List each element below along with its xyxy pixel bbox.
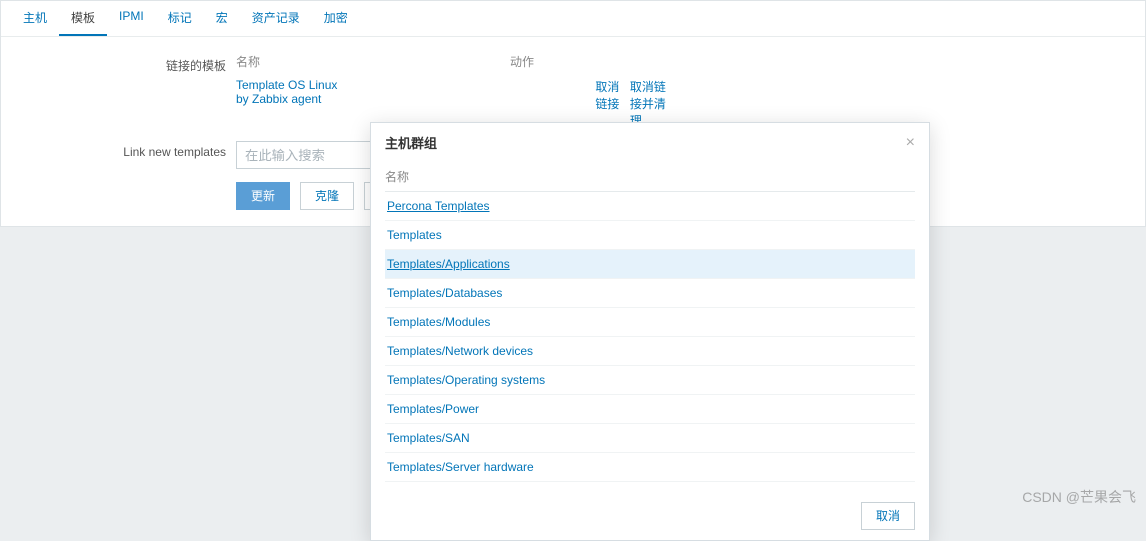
group-item[interactable]: Templates/Power [385, 395, 915, 424]
close-icon[interactable]: × [906, 134, 915, 152]
modal-column-name: 名称 [385, 162, 915, 192]
modal-title: 主机群组 [385, 133, 437, 152]
update-button[interactable]: 更新 [236, 182, 290, 210]
host-group-modal: 主机群组 × 名称 Percona Templates Templates Temp… [370, 122, 930, 541]
group-link[interactable]: Templates/Databases [387, 286, 502, 300]
cancel-button[interactable]: 取消 [861, 502, 915, 530]
group-link[interactable]: Templates [387, 228, 442, 242]
tab-3[interactable]: 标记 [156, 1, 204, 36]
watermark: CSDN @芒果会飞 [1022, 487, 1136, 507]
group-item[interactable]: Templates/Network devices [385, 337, 915, 366]
linked-templates-label: 链接的模板 [1, 53, 226, 74]
group-link[interactable]: Templates/SAN [387, 431, 470, 445]
group-link[interactable]: Templates/Network devices [387, 344, 533, 358]
group-item[interactable]: Templates/Modules [385, 308, 915, 337]
group-list: Percona Templates Templates Templates/Appl… [385, 192, 915, 482]
column-name-header: 名称 [236, 53, 260, 70]
tabs-bar: 主机模板IPMI标记宏资产记录加密 [1, 1, 1145, 37]
group-item[interactable]: Templates [385, 221, 915, 250]
group-item[interactable]: Percona Templates [385, 192, 915, 221]
group-link[interactable]: Percona Templates [387, 199, 490, 213]
group-item[interactable]: Templates/Databases [385, 279, 915, 308]
tab-5[interactable]: 资产记录 [240, 1, 312, 36]
link-new-templates-label: Link new templates [1, 141, 226, 159]
group-item[interactable]: Templates/Operating systems [385, 366, 915, 395]
group-item[interactable]: Templates/SAN [385, 424, 915, 453]
group-item[interactable]: Templates/Server hardware [385, 453, 915, 482]
tab-0[interactable]: 主机 [11, 1, 59, 36]
group-link[interactable]: Templates/Power [387, 402, 479, 416]
group-link[interactable]: Templates/Server hardware [387, 460, 534, 474]
tab-4[interactable]: 宏 [204, 1, 240, 36]
tab-2[interactable]: IPMI [107, 1, 156, 36]
group-link[interactable]: Templates/Modules [387, 315, 490, 329]
linked-template-name[interactable]: Template OS Linux by Zabbix agent [236, 78, 345, 129]
group-link[interactable]: Templates/Operating systems [387, 373, 545, 387]
tab-1[interactable]: 模板 [59, 1, 107, 36]
group-item[interactable]: Templates/Applications [385, 250, 915, 279]
tab-6[interactable]: 加密 [312, 1, 360, 36]
group-link[interactable]: Templates/Applications [387, 257, 510, 271]
column-action-header: 动作 [510, 53, 534, 70]
clone-button[interactable]: 克隆 [300, 182, 354, 210]
